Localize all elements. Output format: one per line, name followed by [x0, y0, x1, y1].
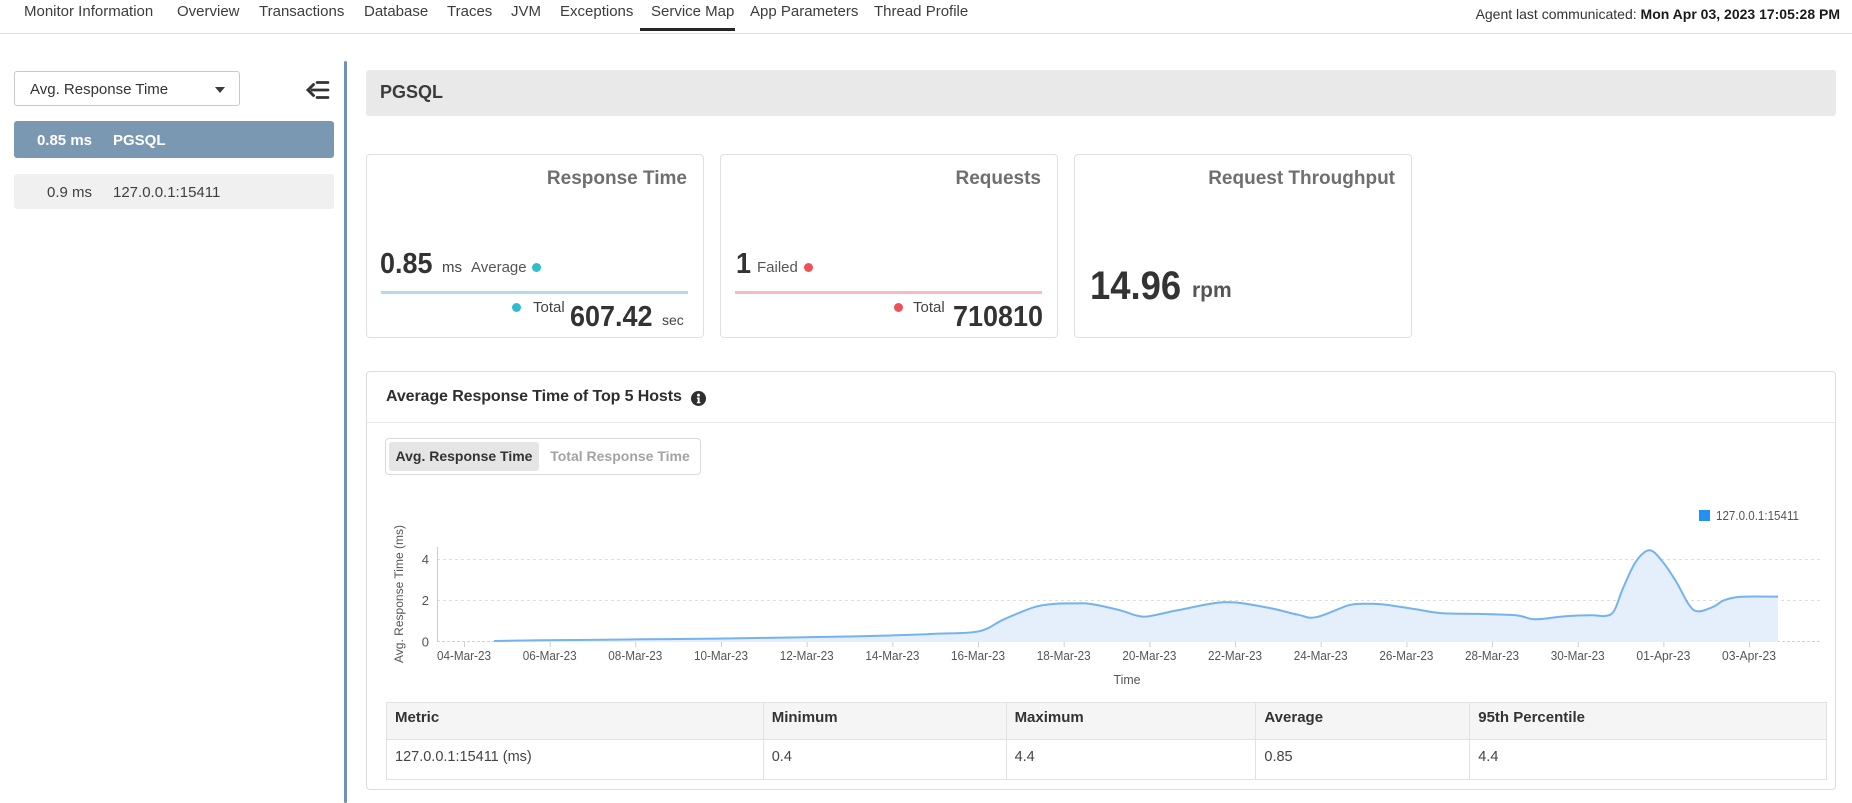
svg-text:18-Mar-23: 18-Mar-23 [1037, 649, 1091, 663]
svg-text:06-Mar-23: 06-Mar-23 [523, 649, 577, 663]
svg-text:24-Mar-23: 24-Mar-23 [1294, 649, 1348, 663]
svg-text:08-Mar-23: 08-Mar-23 [608, 649, 662, 663]
svg-text:10-Mar-23: 10-Mar-23 [694, 649, 748, 663]
svg-text:0: 0 [422, 635, 429, 650]
svg-text:4: 4 [422, 552, 429, 567]
svg-text:26-Mar-23: 26-Mar-23 [1379, 649, 1433, 663]
svg-text:01-Apr-23: 01-Apr-23 [1636, 649, 1690, 663]
svg-text:20-Mar-23: 20-Mar-23 [1122, 649, 1176, 663]
svg-text:12-Mar-23: 12-Mar-23 [780, 649, 834, 663]
svg-text:14-Mar-23: 14-Mar-23 [865, 649, 919, 663]
svg-text:30-Mar-23: 30-Mar-23 [1551, 649, 1605, 663]
svg-text:22-Mar-23: 22-Mar-23 [1208, 649, 1262, 663]
svg-text:04-Mar-23: 04-Mar-23 [437, 649, 491, 663]
svg-text:127.0.0.1:15411: 127.0.0.1:15411 [1716, 509, 1799, 523]
svg-text:28-Mar-23: 28-Mar-23 [1465, 649, 1519, 663]
svg-text:16-Mar-23: 16-Mar-23 [951, 649, 1005, 663]
svg-text:Avg. Response Time (ms): Avg. Response Time (ms) [394, 525, 406, 663]
svg-text:03-Apr-23: 03-Apr-23 [1722, 649, 1776, 663]
svg-text:2: 2 [422, 593, 429, 608]
svg-text:Time: Time [1114, 673, 1141, 687]
